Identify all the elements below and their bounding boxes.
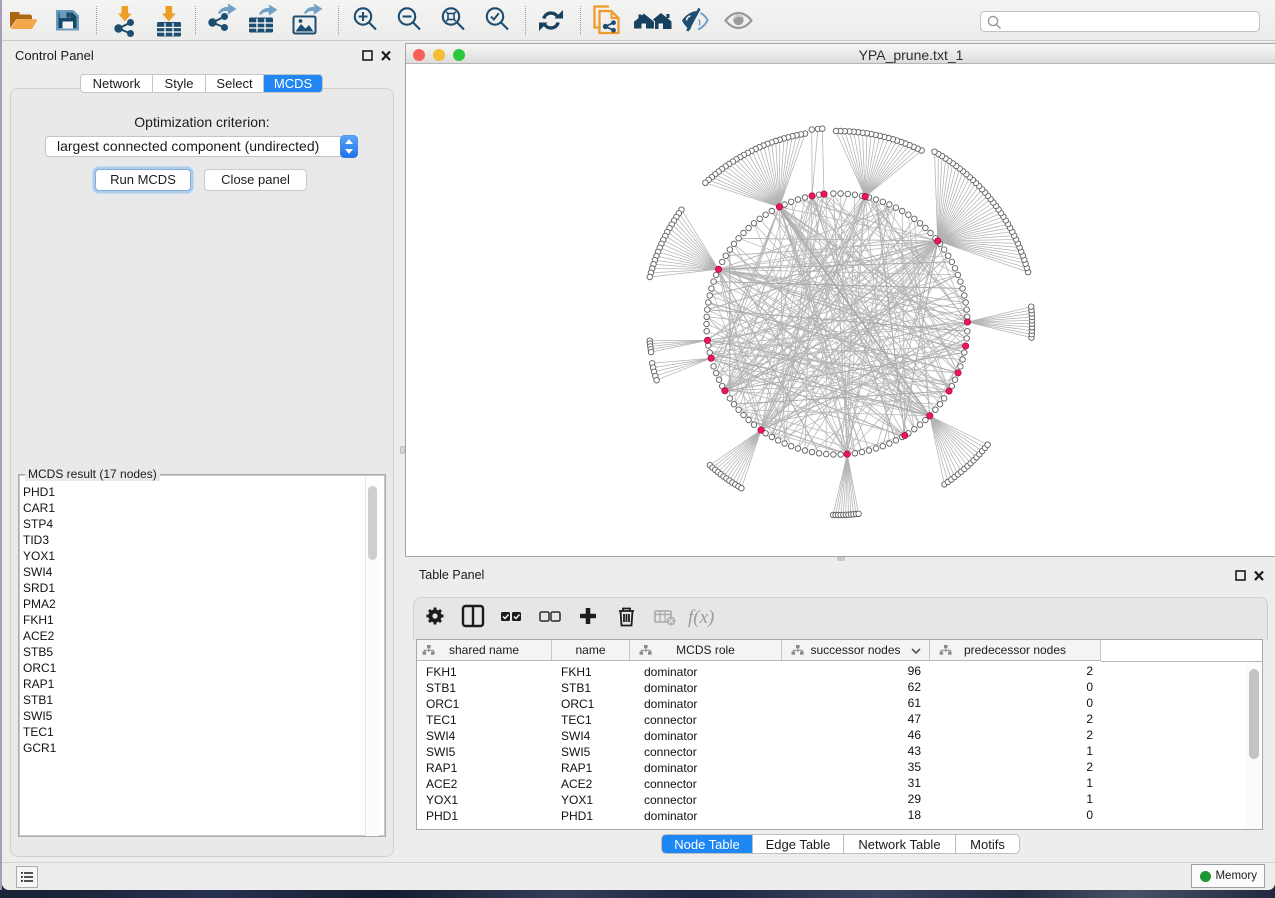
svg-text:f(x): f(x) <box>688 607 714 628</box>
